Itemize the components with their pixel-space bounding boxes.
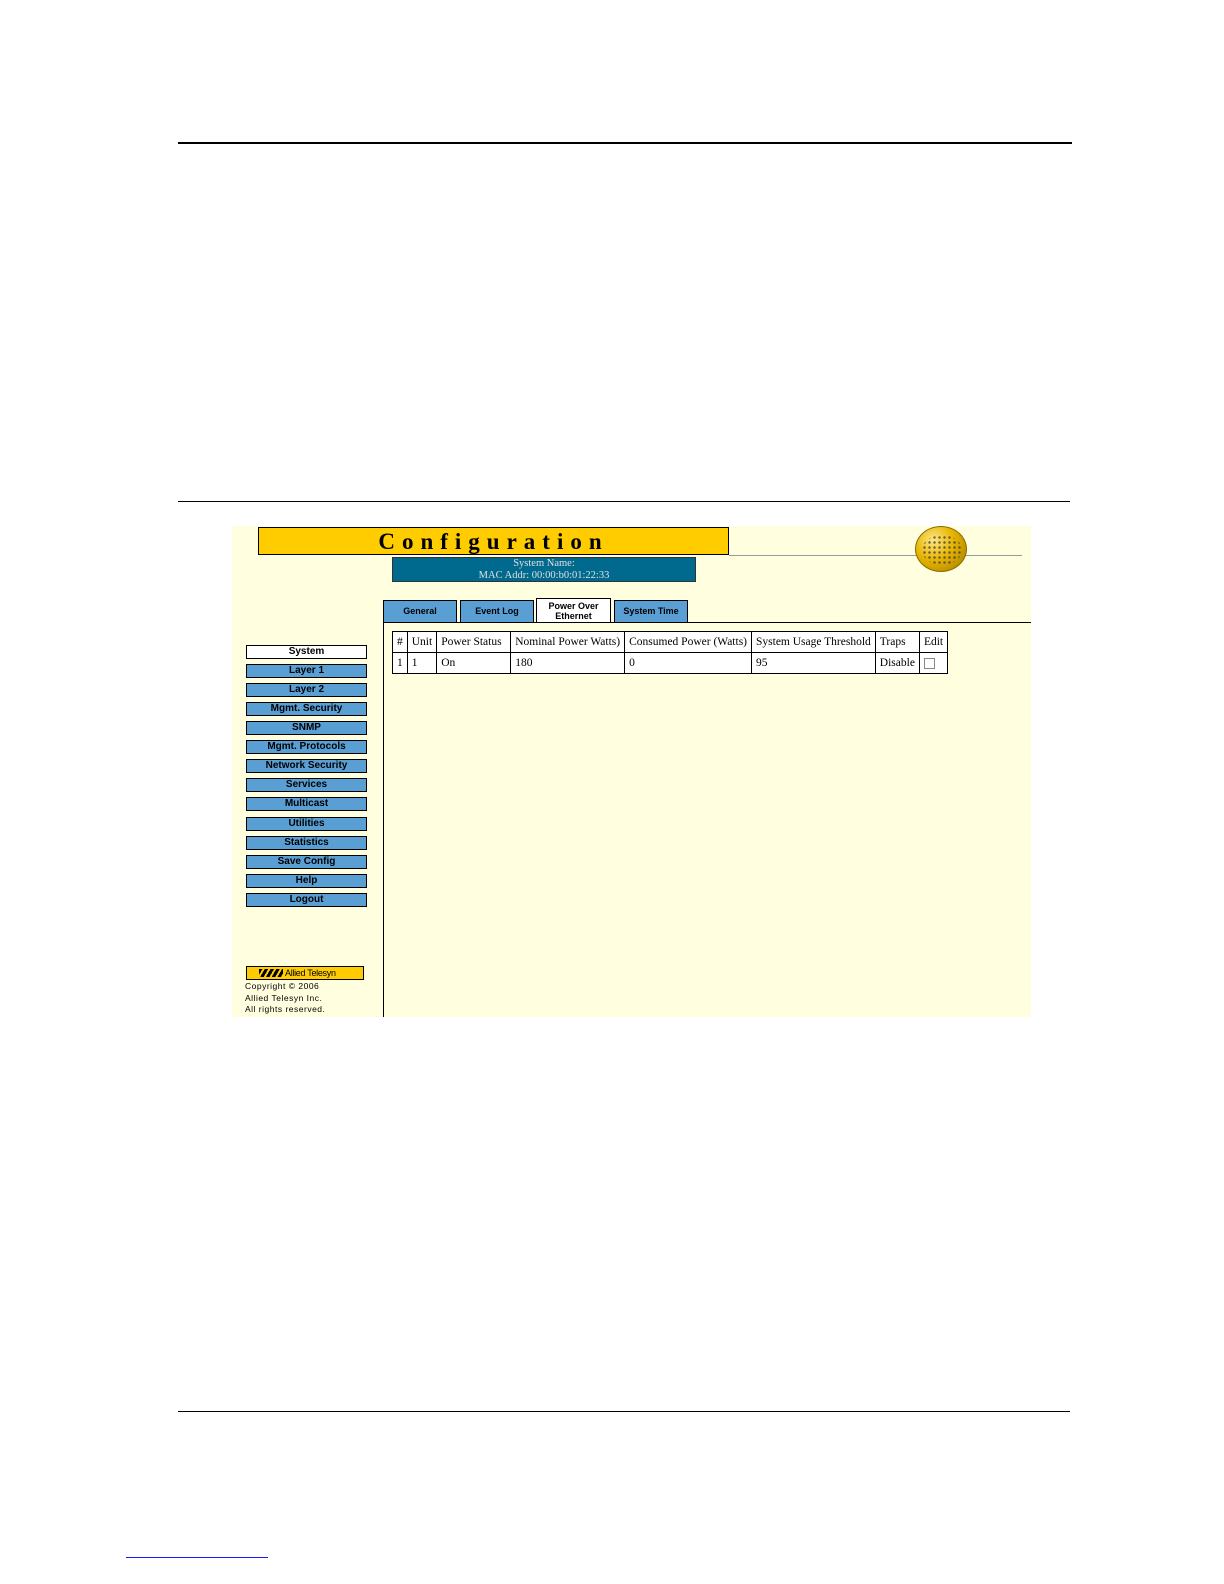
footnote-rule	[126, 1557, 268, 1558]
col-header-number: #	[392, 631, 408, 653]
sidebar-item-layer-1[interactable]: Layer 1	[246, 664, 367, 678]
mac-address: MAC Addr: 00:00:b0:01:22:33	[478, 570, 610, 581]
sidebar-item-snmp[interactable]: SNMP	[246, 721, 367, 735]
page-title: Configuration	[378, 529, 609, 554]
cell-unit: 1	[406, 652, 438, 674]
upper-rule	[178, 501, 1070, 502]
poe-table: # Unit Power Status Nominal Power Watts)…	[392, 631, 949, 674]
sidebar-divider	[383, 623, 384, 1017]
copyright-line: All rights reserved.	[245, 1004, 326, 1014]
sidebar-item-save-config[interactable]: Save Config	[246, 855, 367, 869]
table-row: 1 1 On 180 0 95 Disable	[392, 652, 949, 674]
tab-system-time[interactable]: System Time	[614, 600, 688, 622]
col-header-nominal-power: Nominal Power Watts)	[510, 631, 626, 653]
col-header-usage-threshold: System Usage Threshold	[751, 631, 876, 653]
sidebar-item-mgmt-protocols[interactable]: Mgmt. Protocols	[246, 740, 367, 754]
allied-telesyn-logo: Allied Telesyn	[246, 966, 364, 980]
edit-checkbox[interactable]	[923, 657, 935, 669]
tab-event-log[interactable]: Event Log	[460, 600, 534, 622]
cell-number: 1	[392, 652, 408, 674]
tab-underline	[383, 622, 1031, 623]
tab-label: System Time	[623, 606, 679, 616]
allied-telesyn-logo-icon	[259, 969, 283, 977]
col-header-power-status: Power Status	[436, 631, 512, 653]
sidebar-item-system[interactable]: System	[246, 645, 367, 659]
top-rule	[178, 142, 1072, 144]
tab-label: Event Log	[475, 606, 519, 616]
cell-power-status: On	[436, 652, 512, 674]
sidebar-item-services[interactable]: Services	[246, 778, 367, 792]
header-banner: Configuration	[258, 527, 729, 555]
bottom-rule	[178, 1411, 1070, 1412]
cell-nominal-power: 180	[510, 652, 626, 674]
sidebar-item-help[interactable]: Help	[246, 874, 367, 888]
col-header-consumed-power: Consumed Power (Watts)	[624, 631, 753, 653]
sidebar-item-multicast[interactable]: Multicast	[246, 797, 367, 811]
col-header-edit: Edit	[918, 631, 949, 653]
system-info-box: System Name: MAC Addr: 00:00:b0:01:22:33	[392, 557, 696, 582]
cell-traps: Disable	[874, 652, 920, 674]
tab-label-line2: Ethernet	[555, 611, 592, 621]
system-name: System Name:	[513, 558, 575, 569]
sidebar-item-statistics[interactable]: Statistics	[246, 836, 367, 850]
cell-consumed-power: 0	[624, 652, 753, 674]
tab-label-line1: Power Over	[548, 601, 599, 611]
col-header-traps: Traps	[874, 631, 920, 653]
copyright-line: Allied Telesyn Inc.	[245, 992, 323, 1003]
tab-label: General	[403, 606, 437, 616]
tab-power-over-ethernet[interactable]: Power Over Ethernet	[536, 598, 611, 623]
sidebar-item-network-security[interactable]: Network Security	[246, 759, 367, 773]
sidebar-item-logout[interactable]: Logout	[246, 893, 367, 907]
copyright-notice: Copyright © 2006 Allied Telesyn Inc. All…	[245, 981, 325, 1016]
header-divider	[729, 555, 1022, 556]
sidebar-item-utilities[interactable]: Utilities	[246, 817, 367, 831]
col-header-unit: Unit	[406, 631, 438, 653]
tab-general[interactable]: General	[383, 600, 457, 622]
screenshot-frame: Configuration System Name: MAC Addr: 00:…	[232, 526, 1031, 1017]
table-header-row: # Unit Power Status Nominal Power Watts)…	[392, 631, 949, 653]
sidebar-item-layer-2[interactable]: Layer 2	[246, 683, 367, 697]
logo-text: Allied Telesyn	[285, 968, 336, 978]
cell-edit	[918, 652, 949, 674]
cell-usage-threshold: 95	[751, 652, 876, 674]
copyright-line: Copyright © 2006	[245, 981, 320, 991]
sidebar-item-mgmt-security[interactable]: Mgmt. Security	[246, 702, 367, 716]
globe-icon	[915, 526, 967, 572]
